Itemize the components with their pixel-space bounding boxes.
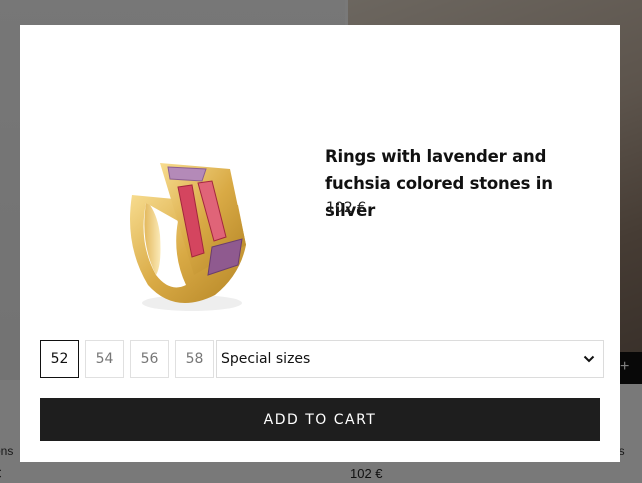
size-option-52[interactable]: 52 — [40, 340, 79, 378]
special-sizes-dropdown[interactable]: Special sizes — [216, 340, 604, 378]
size-option-54[interactable]: 54 — [85, 340, 124, 378]
special-sizes-label: Special sizes — [221, 351, 311, 367]
product-price: 102 € — [326, 200, 367, 216]
product-title-line1: Rings with lavender and — [325, 147, 547, 166]
quick-add-modal: Rings with lavender and fuchsia colored … — [20, 25, 620, 462]
product-title-line2: fuchsia colored stones in silver — [325, 174, 553, 220]
product-title: Rings with lavender and fuchsia colored … — [325, 143, 605, 224]
ring-image — [120, 125, 260, 335]
size-option-56[interactable]: 56 — [130, 340, 169, 378]
chevron-down-icon — [583, 355, 595, 363]
add-to-cart-button[interactable]: ADD TO CART — [40, 398, 600, 441]
size-option-58[interactable]: 58 — [175, 340, 214, 378]
size-options: 52 54 56 58 — [40, 340, 214, 378]
